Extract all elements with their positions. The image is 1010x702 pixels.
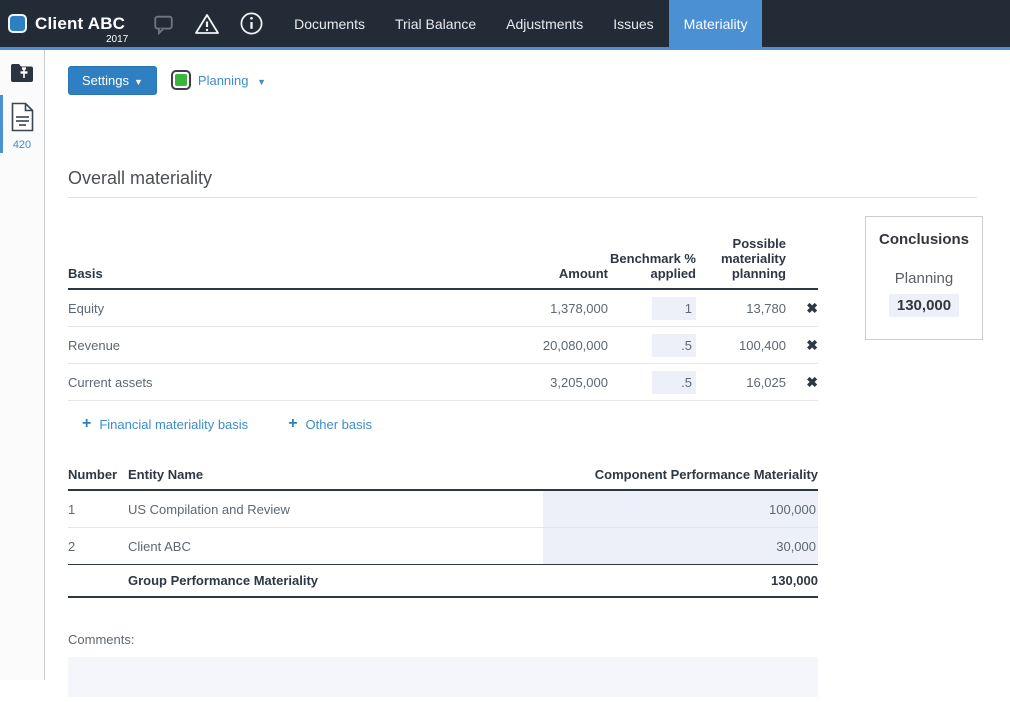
materiality-table-header: Basis Amount Benchmark % applied Possibl… [68,236,818,290]
table-row: 1 US Compilation and Review 100,000 [68,491,818,528]
entity-number-cell: 2 [68,528,128,564]
header-possible-materiality: Possible materiality planning [696,236,786,281]
plus-icon: + [82,415,91,433]
nav-item-issues[interactable]: Issues [598,0,668,47]
page-title: Overall materiality [68,168,1010,189]
document-sidebar: 420 [0,50,45,680]
total-value: 130,000 [543,573,818,588]
amount-cell: 3,205,000 [458,375,608,390]
settings-button[interactable]: Settings▼ [68,66,157,95]
comments-label: Comments: [68,632,1010,647]
table-row: Revenue 20,080,000 .5 100,400 ✖ [68,327,818,364]
header-amount: Amount [458,266,608,281]
status-green-icon [171,70,191,90]
entity-number-cell: 1 [68,491,128,527]
title-divider [68,197,977,198]
delete-row-icon[interactable]: ✖ [806,374,818,390]
comments-input[interactable] [68,657,818,697]
planning-status-dropdown[interactable]: Planning ▼ [171,70,266,90]
materiality-basis-table: Basis Amount Benchmark % applied Possibl… [68,236,818,401]
group-performance-materiality-row: Group Performance Materiality 130,000 [68,564,818,598]
possible-materiality-cell: 16,025 [696,375,786,390]
delete-row-icon[interactable]: ✖ [806,300,818,316]
engagement-year: 2017 [106,34,128,45]
plus-icon: + [288,415,297,433]
header-number: Number [68,467,128,482]
header-component-performance-materiality: Component Performance Materiality [543,467,818,482]
add-financial-basis-link[interactable]: + Financial materiality basis [82,415,248,433]
possible-materiality-cell: 100,400 [696,338,786,353]
document-icon [10,102,35,132]
conclusions-planning-value: 130,000 [889,294,959,317]
top-navigation-bar: Client ABC 2017 Documents Tria [0,0,1010,50]
add-basis-links: + Financial materiality basis + Other ba… [68,415,1010,433]
component-materiality-input[interactable]: 30,000 [543,528,818,564]
component-materiality-input[interactable]: 100,000 [543,491,818,527]
chat-icon[interactable] [149,10,177,38]
pinned-folder-icon[interactable] [0,50,44,93]
table-row: 2 Client ABC 30,000 [68,528,818,565]
sidebar-item-document-420[interactable]: 420 [0,93,44,155]
amount-cell: 1,378,000 [458,301,608,316]
conclusions-panel: Conclusions Planning 130,000 [865,216,983,340]
add-other-basis-link[interactable]: + Other basis [288,415,372,433]
main-content: Settings▼ Planning ▼ Overall materiality… [46,50,1010,680]
header-basis: Basis [68,266,458,281]
client-name: Client ABC [35,14,125,34]
component-materiality-table: Number Entity Name Component Performance… [68,467,818,598]
caret-down-icon: ▼ [134,77,143,87]
table-row: Current assets 3,205,000 .5 16,025 ✖ [68,364,818,401]
entity-name-cell: US Compilation and Review [128,491,543,527]
component-table-header: Number Entity Name Component Performance… [68,467,818,491]
client-brand[interactable]: Client ABC 2017 [0,0,141,47]
table-row: Equity 1,378,000 1 13,780 ✖ [68,290,818,327]
nav-item-documents[interactable]: Documents [279,0,380,47]
basis-cell: Revenue [68,338,458,353]
topbar-icon-group [141,0,273,47]
nav-item-materiality[interactable]: Materiality [669,0,763,50]
basis-cell: Equity [68,301,458,316]
benchmark-input[interactable]: 1 [652,297,696,320]
benchmark-input[interactable]: .5 [652,334,696,357]
header-entity-name: Entity Name [128,467,543,482]
delete-row-icon[interactable]: ✖ [806,337,818,353]
nav-item-trial-balance[interactable]: Trial Balance [380,0,491,47]
conclusions-planning-label: Planning [866,270,982,287]
header-benchmark: Benchmark % applied [608,251,696,281]
basis-cell: Current assets [68,375,458,390]
possible-materiality-cell: 13,780 [696,301,786,316]
client-logo-icon [8,14,27,33]
benchmark-input[interactable]: .5 [652,371,696,394]
conclusions-title: Conclusions [866,231,982,248]
amount-cell: 20,080,000 [458,338,608,353]
nav-item-adjustments[interactable]: Adjustments [491,0,598,47]
total-label: Group Performance Materiality [128,573,543,588]
entity-name-cell: Client ABC [128,528,543,564]
document-number: 420 [0,139,44,151]
warning-icon[interactable] [193,10,221,38]
caret-down-icon: ▼ [257,77,266,87]
info-icon[interactable] [237,10,265,38]
comments-section: Comments: [68,632,1010,702]
main-nav: Documents Trial Balance Adjustments Issu… [279,0,762,47]
page-toolbar: Settings▼ Planning ▼ [68,50,1010,94]
